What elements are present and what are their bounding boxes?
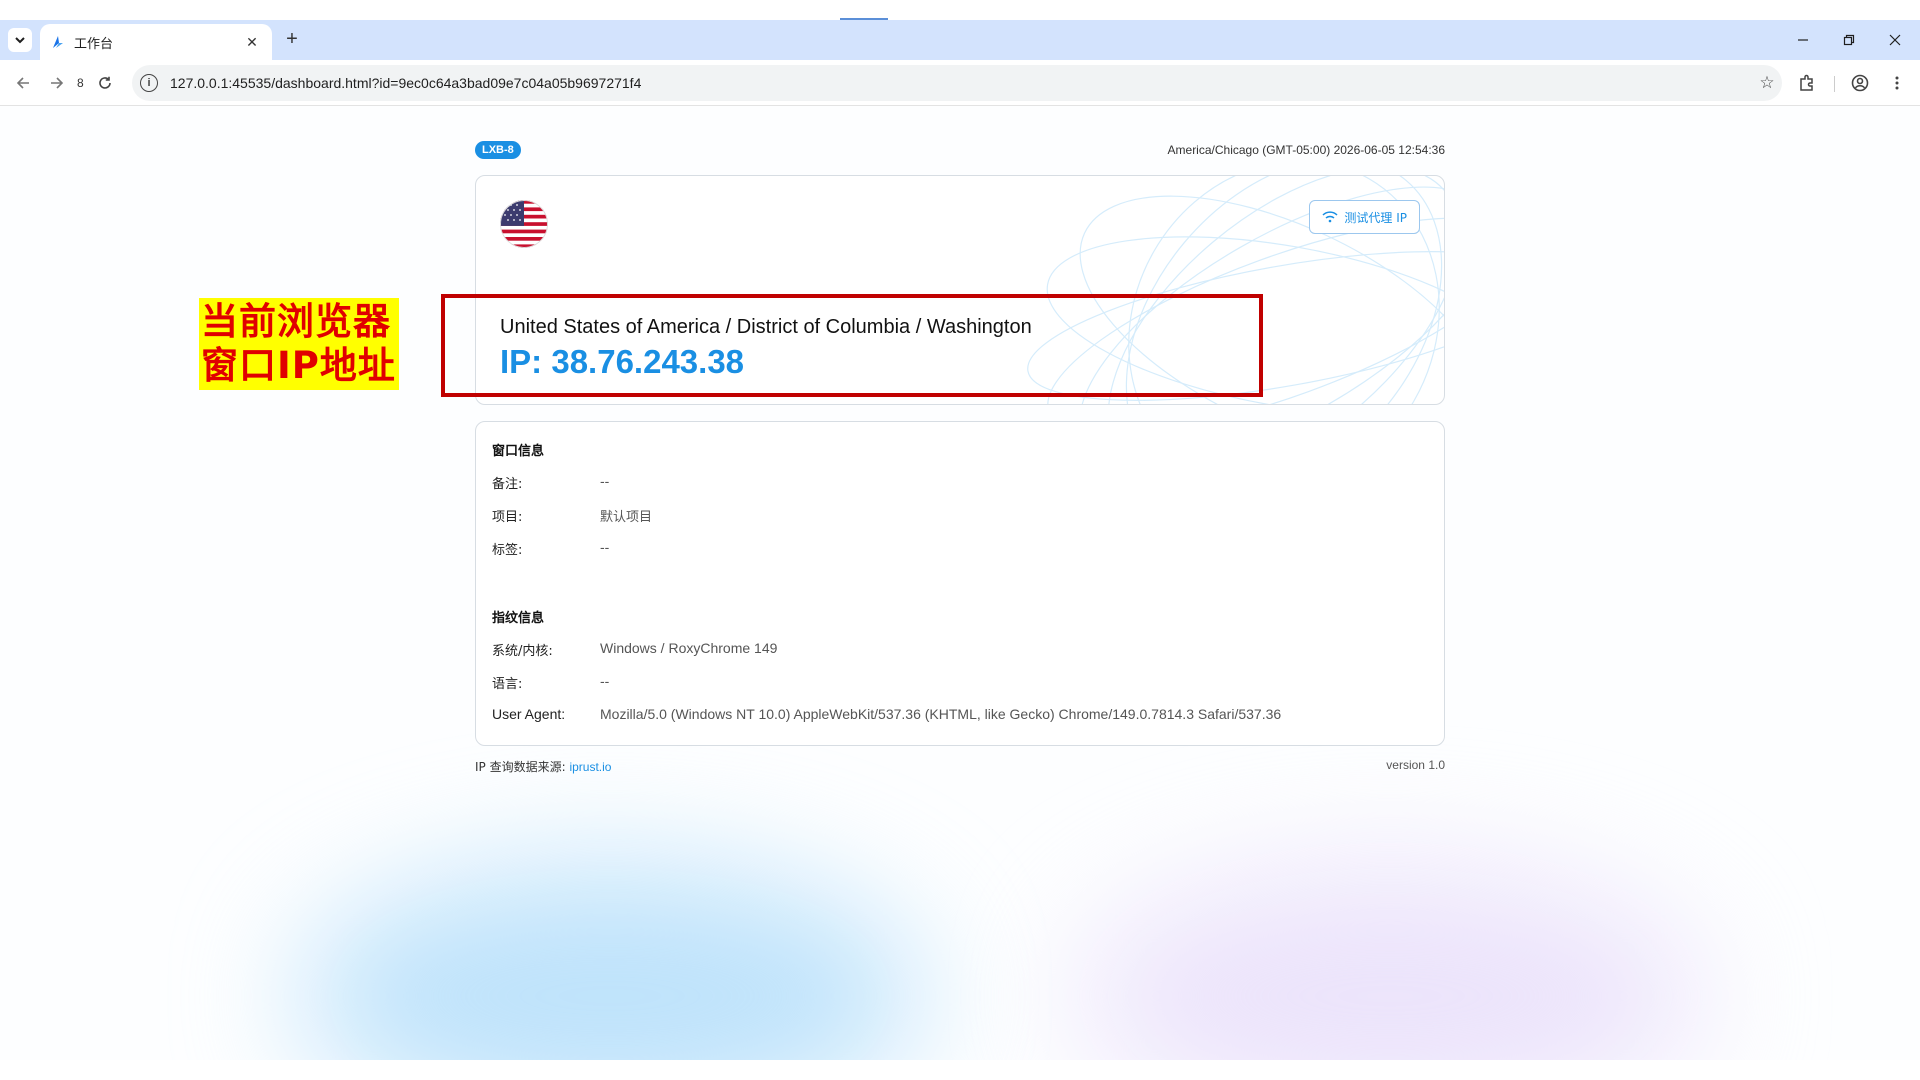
- window-badge: LXB-8: [475, 141, 521, 159]
- version-text: version 1.0: [1386, 758, 1445, 772]
- restore-icon: [1843, 34, 1855, 46]
- tab-close-icon[interactable]: ✕: [242, 34, 262, 51]
- background-glow-purple: [1080, 866, 1700, 1060]
- address-bar[interactable]: i 127.0.0.1:45535/dashboard.html?id=9ec0…: [132, 65, 1782, 101]
- minimize-button[interactable]: [1780, 26, 1826, 54]
- ip-source-link[interactable]: iprust.io: [569, 760, 611, 774]
- language-value: --: [600, 673, 610, 689]
- project-label: 项目:: [492, 510, 523, 525]
- timezone-datetime: America/Chicago (GMT-05:00) 2026-06-05 1…: [1167, 143, 1445, 157]
- annotation-line-1: 当前浏览器: [201, 300, 391, 343]
- window-top-strip: [0, 0, 1920, 20]
- tab-search-button[interactable]: [8, 28, 32, 52]
- remark-label: 备注:: [492, 477, 523, 492]
- annotation-label: 当前浏览器 窗口IP地址: [199, 298, 399, 390]
- restore-button[interactable]: [1826, 26, 1872, 54]
- background-glow-blue: [300, 866, 920, 1060]
- close-icon: [1889, 34, 1901, 46]
- reload-icon: [99, 76, 111, 89]
- annotation-highlight-box: [441, 294, 1263, 397]
- test-proxy-ip-button[interactable]: 测试代理 IP: [1309, 200, 1420, 234]
- toolbar-divider: [1834, 76, 1835, 92]
- window-number-badge: 8: [77, 76, 84, 90]
- address-url[interactable]: 127.0.0.1:45535/dashboard.html?id=9ec0c6…: [170, 75, 1752, 91]
- profile-button[interactable]: [1848, 71, 1872, 95]
- project-value: 默认项目: [600, 510, 653, 525]
- more-vertical-icon: [1895, 76, 1899, 90]
- system-kernel-value: Windows / RoxyChrome 149: [600, 640, 778, 656]
- info-card: 窗口信息 备注: -- 项目: 默认项目 标签: -- 指纹信息 系统/内核: …: [475, 421, 1445, 746]
- tags-value: --: [600, 539, 610, 555]
- window-info-title: 窗口信息: [492, 444, 545, 459]
- tab-title: 工作台: [74, 36, 114, 52]
- close-window-button[interactable]: [1872, 26, 1918, 54]
- site-info-icon[interactable]: i: [140, 74, 158, 92]
- us-flag-icon: [500, 200, 548, 248]
- test-proxy-ip-label: 测试代理 IP: [1344, 210, 1407, 225]
- system-kernel-label: 系统/内核:: [492, 644, 553, 659]
- page-header: LXB-8 America/Chicago (GMT-05:00) 2026-0…: [475, 139, 1445, 161]
- language-label: 语言:: [492, 677, 523, 692]
- extensions-button[interactable]: [1795, 71, 1819, 95]
- wifi-icon: [1322, 211, 1338, 223]
- user-agent-label: User Agent:: [492, 706, 566, 722]
- new-tab-button[interactable]: +: [280, 28, 304, 52]
- ip-source-label: IP 查询数据来源:: [475, 760, 570, 774]
- tab-bar: 工作台 ✕ +: [0, 20, 1920, 60]
- browser-menu-button[interactable]: [1885, 71, 1909, 95]
- fingerprint-info-title: 指纹信息: [492, 611, 545, 626]
- arrow-right-icon: [51, 77, 64, 89]
- reload-button[interactable]: [92, 70, 118, 96]
- ip-source-text: IP 查询数据来源: iprust.io: [475, 758, 611, 775]
- tags-label: 标签:: [492, 543, 523, 558]
- active-tab[interactable]: 工作台 ✕: [40, 24, 272, 60]
- page-content: LXB-8 America/Chicago (GMT-05:00) 2026-0…: [0, 106, 1920, 1060]
- remark-value: --: [600, 473, 610, 489]
- annotation-line-2: 窗口IP地址: [201, 344, 396, 387]
- app-favicon-icon: [53, 36, 63, 48]
- back-button[interactable]: [10, 70, 36, 96]
- chevron-down-icon: [15, 37, 25, 44]
- bottom-strip: [0, 1060, 1920, 1080]
- puzzle-icon: [1800, 74, 1813, 91]
- profile-icon: [1851, 74, 1869, 92]
- arrow-left-icon: [16, 77, 29, 89]
- page-footer: IP 查询数据来源: iprust.io version 1.0: [475, 758, 1445, 778]
- bookmark-star-icon[interactable]: ☆: [1752, 73, 1782, 93]
- browser-toolbar: 8 i 127.0.0.1:45535/dashboard.html?id=9e…: [0, 60, 1920, 106]
- minimize-icon: [1798, 39, 1808, 41]
- user-agent-value: Mozilla/5.0 (Windows NT 10.0) AppleWebKi…: [600, 706, 1282, 722]
- forward-button[interactable]: [44, 70, 70, 96]
